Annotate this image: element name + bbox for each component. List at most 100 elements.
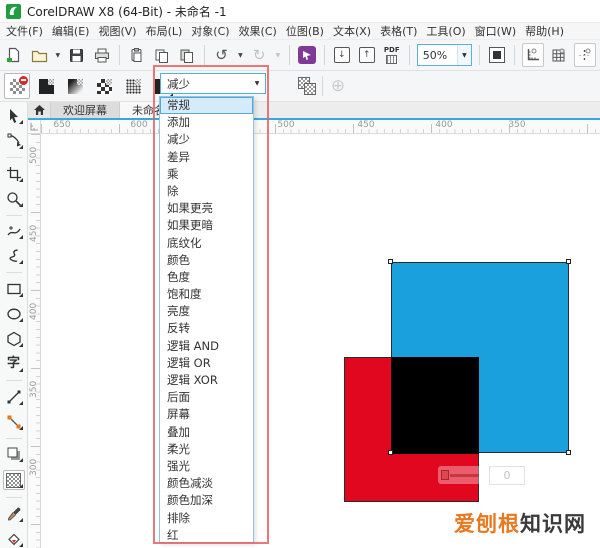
dropdown-item-soft-light[interactable]: 柔光 (160, 441, 253, 458)
dropdown-item-if-lighter[interactable]: 如果更亮 (160, 200, 253, 217)
dropdown-item-color[interactable]: 颜色 (160, 252, 253, 269)
new-document-button[interactable] (4, 44, 24, 66)
menu-tools[interactable]: 工具(O) (426, 23, 465, 39)
uniform-transparency-button[interactable] (33, 73, 59, 99)
dropdown-item-color-dodge[interactable]: 颜色减淡 (160, 475, 253, 492)
dropdown-item-red[interactable]: 红 (160, 527, 253, 543)
zoom-level-combobox[interactable]: 50% ▼ (417, 44, 472, 66)
selection-handle-bottom-left[interactable] (388, 450, 393, 455)
welcome-home-tab[interactable] (28, 102, 51, 118)
print-button[interactable] (92, 44, 112, 66)
import-button[interactable]: ↓ (332, 44, 352, 66)
transparency-tool[interactable] (3, 470, 25, 490)
artistic-media-tool[interactable] (4, 247, 24, 265)
dropdown-item-overlay[interactable]: 叠加 (160, 424, 253, 441)
selection-handle-bottom-right[interactable] (566, 450, 571, 455)
show-guidelines-button[interactable] (574, 43, 596, 67)
connector-tool[interactable] (4, 413, 24, 431)
hruler-label: 450 (357, 120, 374, 130)
ellipse-tool[interactable] (4, 305, 24, 323)
shape-tool[interactable] (4, 132, 24, 150)
show-rulers-button[interactable] (522, 43, 544, 67)
dropdown-item-add[interactable]: 添加 (160, 114, 253, 131)
menu-text[interactable]: 文本(X) (333, 23, 371, 39)
undo-button[interactable]: ↺ (212, 44, 232, 66)
watermark-highlight: 爱刨根 (454, 512, 520, 536)
drop-shadow-tool[interactable] (4, 446, 24, 464)
menu-effects[interactable]: 效果(C) (239, 23, 277, 39)
edit-transparency-button[interactable]: ⊕ (328, 75, 348, 97)
text-tool[interactable]: 字 (4, 355, 24, 373)
paste-button[interactable] (177, 44, 197, 66)
selection-handle-top-right[interactable] (566, 259, 571, 264)
crop-tool[interactable] (4, 165, 24, 183)
redo-dropdown-caret[interactable]: ▼ (274, 52, 282, 59)
dropdown-item-logical-and[interactable]: 逻辑 AND (160, 338, 253, 355)
dropdown-item-subtract[interactable]: 减少 (160, 131, 253, 148)
dropdown-item-hue[interactable]: 色度 (160, 269, 253, 286)
selection-handle-top-left[interactable] (388, 259, 393, 264)
menu-help[interactable]: 帮助(H) (525, 23, 564, 39)
dropdown-item-texturize[interactable]: 底纹化 (160, 235, 253, 252)
rectangle-tool[interactable] (4, 280, 24, 298)
menu-layout[interactable]: 布局(L) (146, 23, 183, 39)
pick-tool[interactable] (4, 107, 24, 125)
dropdown-item-exclusion[interactable]: 排除 (160, 510, 253, 527)
dropdown-item-divide[interactable]: 除 (160, 183, 253, 200)
publish-to-pdf-button[interactable]: PDF (382, 44, 402, 66)
save-button[interactable] (67, 44, 87, 66)
dropdown-item-difference[interactable]: 差异 (160, 149, 253, 166)
pattern-transparency-button[interactable] (91, 73, 117, 99)
dropdown-item-multiply[interactable]: 乘 (160, 166, 253, 183)
dropdown-item-logical-xor[interactable]: 逻辑 XOR (160, 372, 253, 389)
ruler-origin-icon[interactable] (28, 120, 41, 133)
menu-view[interactable]: 视图(V) (98, 23, 136, 39)
menu-object[interactable]: 对象(C) (191, 23, 229, 39)
open-dropdown-caret[interactable]: ▼ (54, 52, 62, 59)
freeze-transparency-icon (298, 77, 316, 95)
merge-mode-caret[interactable]: ▼ (249, 74, 265, 93)
dropdown-item-lightness[interactable]: 亮度 (160, 303, 253, 320)
transparency-slider[interactable] (438, 466, 482, 484)
menu-file[interactable]: 文件(F) (6, 23, 43, 39)
dropdown-item-normal[interactable]: 常规 (160, 97, 253, 114)
dropdown-item-logical-or[interactable]: 逻辑 OR (160, 355, 253, 372)
dropdown-item-behind[interactable]: 后面 (160, 389, 253, 406)
transparency-value-box[interactable]: 0 (489, 466, 525, 485)
interactive-fill-tool[interactable] (4, 530, 24, 548)
copy-button[interactable] (152, 44, 172, 66)
redo-button[interactable]: ↻ (249, 44, 269, 66)
freeze-transparency-button[interactable] (297, 75, 317, 97)
menu-bitmaps[interactable]: 位图(B) (286, 23, 324, 39)
cut-button[interactable] (127, 44, 147, 66)
no-transparency-button[interactable] (4, 73, 30, 99)
fullscreen-preview-button[interactable] (487, 44, 507, 66)
zoom-level-caret[interactable]: ▼ (457, 45, 471, 65)
dropdown-item-saturation[interactable]: 饱和度 (160, 286, 253, 303)
merge-mode-combobox[interactable]: 减少 ▼ (160, 73, 266, 94)
color-eyedropper-tool[interactable] (4, 505, 24, 523)
tab-welcome-screen[interactable]: 欢迎屏幕 (51, 102, 120, 118)
export-button[interactable]: ↑ (357, 44, 377, 66)
search-content-button[interactable] (297, 44, 317, 66)
polygon-tool[interactable] (4, 330, 24, 348)
dropdown-item-if-darker[interactable]: 如果更暗 (160, 217, 253, 234)
texture-transparency-button[interactable] (120, 73, 146, 99)
dropdown-item-hard-light[interactable]: 强光 (160, 458, 253, 475)
dimension-tool[interactable] (4, 388, 24, 406)
fountain-transparency-button[interactable] (62, 73, 88, 99)
toolbox-separator (6, 157, 22, 158)
dropdown-item-invert[interactable]: 反转 (160, 320, 253, 337)
zoom-tool[interactable] (4, 190, 24, 208)
transparency-slider-handle[interactable] (441, 470, 449, 480)
open-document-button[interactable] (29, 44, 49, 66)
menu-edit[interactable]: 编辑(E) (52, 23, 90, 39)
undo-dropdown-caret[interactable]: ▼ (237, 52, 245, 59)
freehand-tool[interactable] (4, 223, 24, 241)
dropdown-item-color-burn[interactable]: 颜色加深 (160, 492, 253, 509)
menu-table[interactable]: 表格(T) (380, 23, 417, 39)
dropdown-item-screen[interactable]: 屏幕 (160, 406, 253, 423)
drawing-canvas[interactable]: 0 爱刨根知识网 (41, 134, 600, 548)
menu-window[interactable]: 窗口(W) (475, 23, 516, 39)
show-grid-button[interactable] (549, 44, 569, 66)
